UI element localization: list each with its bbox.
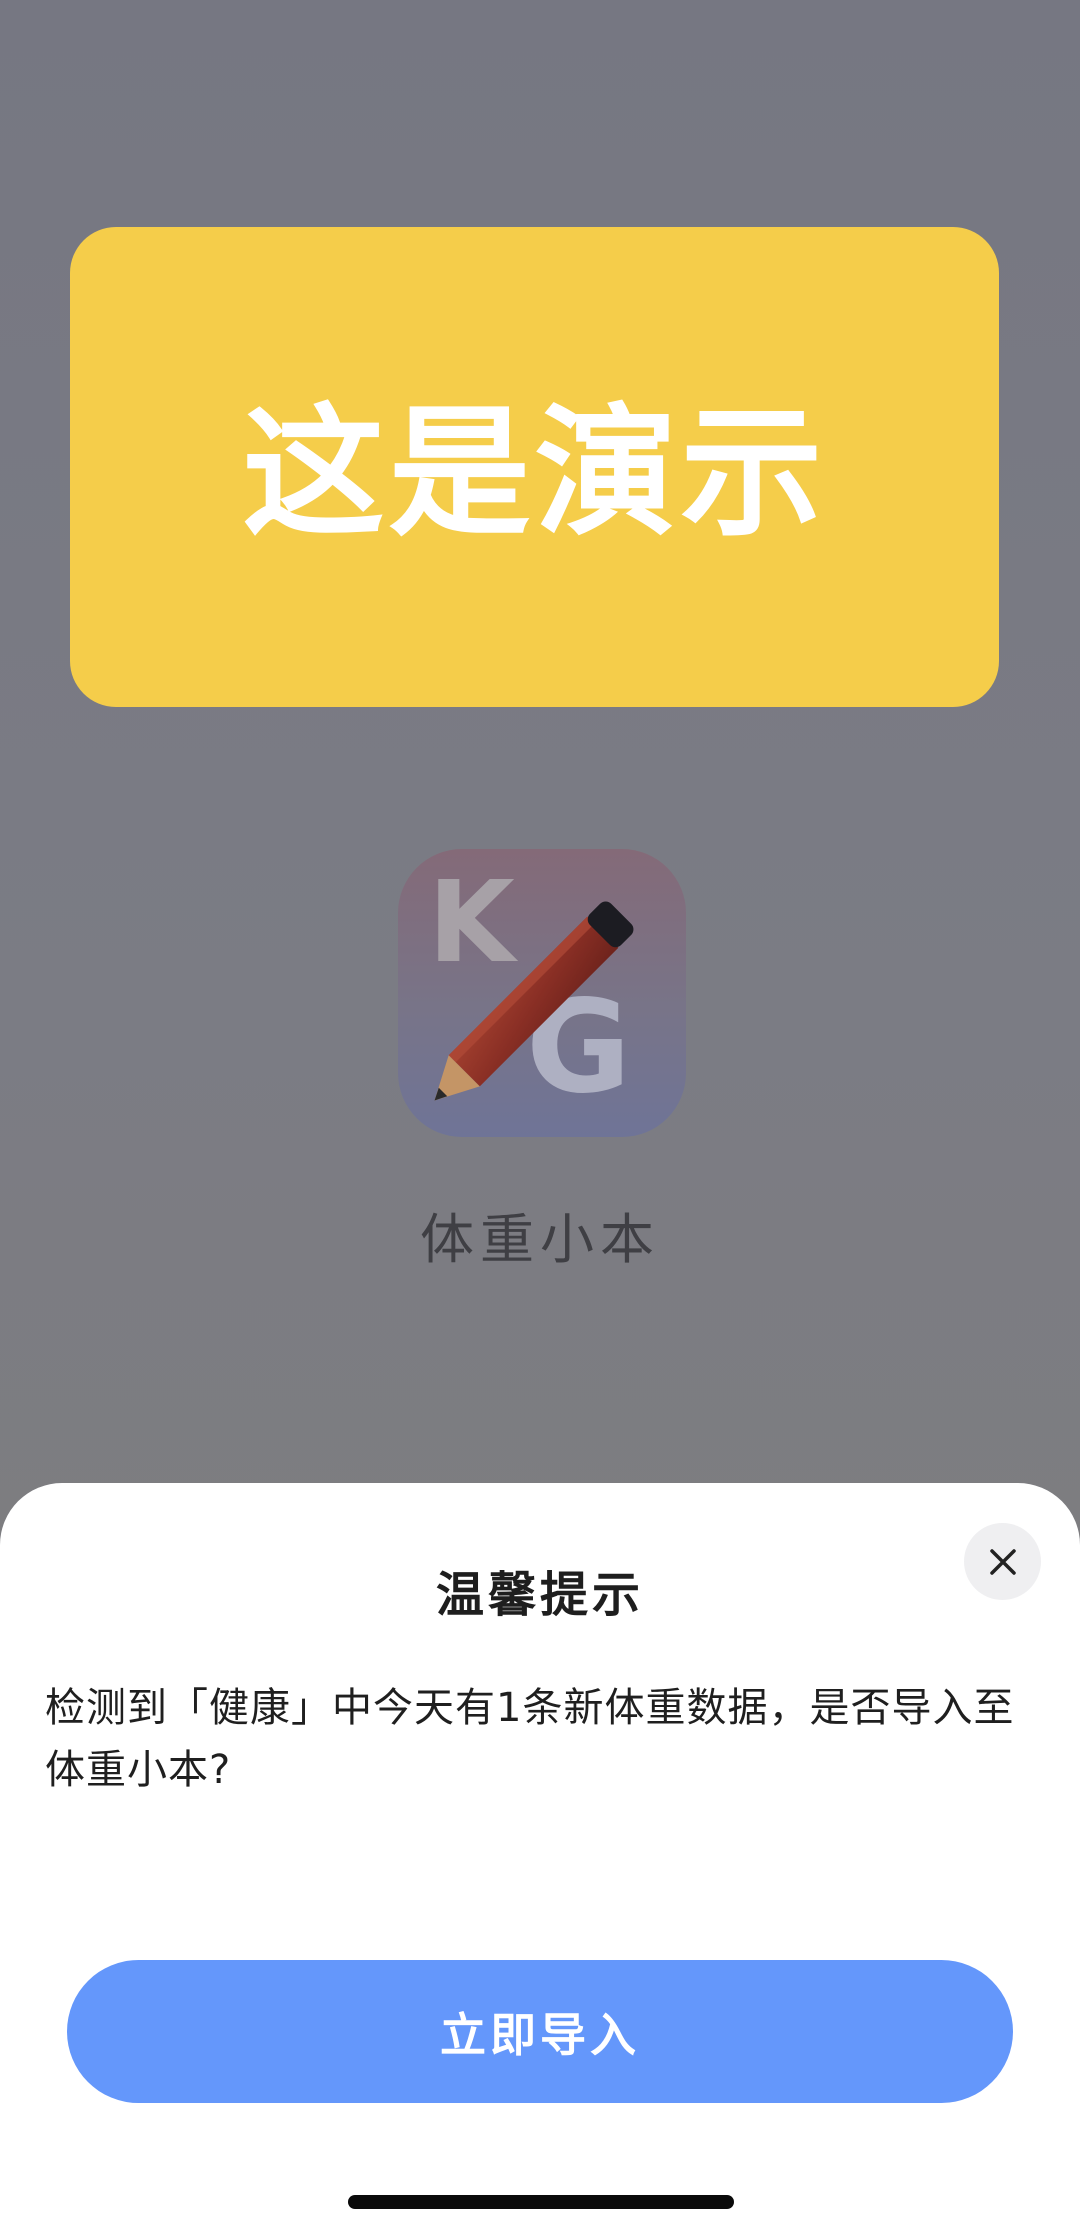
dialog-message: 检测到「健康」中今天有1条新体重数据，是否导入至体重小本?: [45, 1685, 1015, 1793]
dialog-title: 温馨提示: [435, 1567, 644, 1623]
home-indicator[interactable]: [348, 2195, 734, 2209]
close-button[interactable]: [964, 1523, 1041, 1600]
svg-text:K: K: [428, 858, 519, 988]
import-now-button[interactable]: 立即导入: [67, 1960, 1013, 2103]
demo-banner: 这是演示: [70, 227, 999, 707]
demo-banner-text: 这是演示: [242, 391, 827, 556]
app-icon: K G: [398, 849, 686, 1137]
pencil-icon: K G: [428, 858, 634, 1122]
close-icon: [989, 1548, 1016, 1575]
app-name: 体重小本: [420, 1208, 660, 1271]
bottom-sheet-dialog: 温馨提示 检测到「健康」中今天有1条新体重数据，是否导入至体重小本? 立即导入: [0, 1483, 1080, 2231]
